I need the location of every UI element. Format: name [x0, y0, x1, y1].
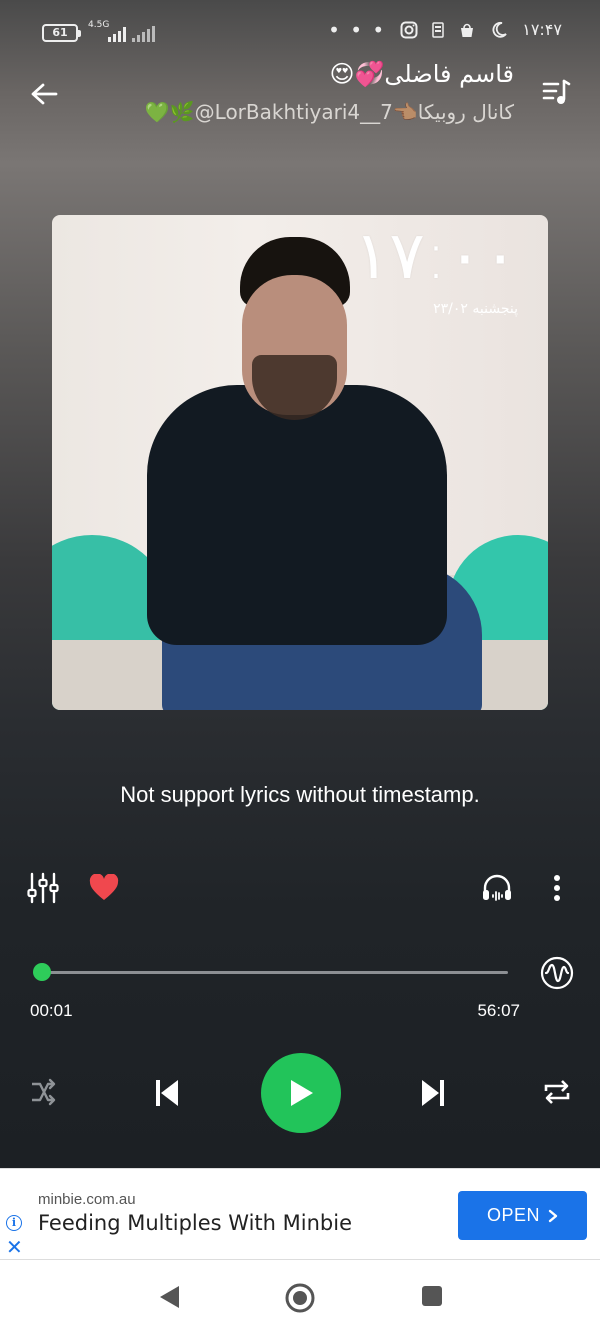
shuffle-button[interactable]	[28, 1077, 58, 1107]
ad-open-label: OPEN	[486, 1205, 540, 1225]
previous-button[interactable]	[152, 1076, 182, 1110]
total-time: 56:07	[477, 1001, 520, 1020]
back-button[interactable]	[28, 78, 60, 110]
shopping-bag-icon	[461, 23, 474, 37]
signal-strength-icon	[108, 26, 126, 42]
playlist-button[interactable]	[540, 76, 572, 108]
seek-bar[interactable]	[33, 963, 508, 981]
more-vertical-icon	[554, 875, 560, 901]
playlist-music-icon	[542, 79, 571, 104]
nav-home-button[interactable]	[284, 1282, 316, 1314]
album-art: ۱۷:۰۰ پنجشنبه ۲۳/۰۲	[52, 215, 548, 710]
status-bar: 61 4.5G • • • ۱۷:۴۷	[0, 14, 600, 50]
play-icon	[291, 1080, 313, 1106]
waveform-button[interactable]	[540, 956, 574, 990]
play-button[interactable]	[261, 1053, 341, 1133]
ad-headline[interactable]: Feeding Multiples With Minbie	[38, 1211, 352, 1235]
chevron-right-icon	[548, 1209, 558, 1222]
circle-home-icon	[285, 1283, 315, 1313]
song-title: قاسم فاضلی💞😍	[329, 60, 514, 88]
nav-recents-button[interactable]	[421, 1285, 443, 1307]
battery-indicator: 61	[42, 24, 81, 42]
skip-next-icon	[422, 1080, 444, 1106]
clock: ۱۷:۴۷	[522, 20, 562, 39]
current-time: 00:01	[30, 1001, 73, 1020]
more-options-button[interactable]	[548, 872, 566, 904]
skip-previous-icon	[156, 1080, 178, 1106]
ad-banner[interactable]: i ✕ minbie.com.au Feeding Multiples With…	[0, 1168, 600, 1260]
album-art-clock: ۱۷:۰۰	[353, 217, 518, 294]
ad-info-icon[interactable]: i	[6, 1215, 22, 1231]
repeat-button[interactable]	[541, 1077, 573, 1107]
instagram-icon	[400, 21, 418, 38]
seek-bar-thumb[interactable]	[33, 963, 51, 981]
nav-back-button[interactable]	[156, 1284, 182, 1310]
square-recents-icon	[422, 1286, 442, 1306]
repeat-icon	[544, 1080, 570, 1104]
headphones-icon	[483, 874, 511, 901]
waveform-icon	[540, 956, 574, 990]
audio-effects-button[interactable]	[480, 872, 514, 904]
app-notification-icon	[432, 21, 444, 38]
heart-icon	[89, 873, 119, 900]
album-art-date: پنجشنبه ۲۳/۰۲	[433, 301, 518, 317]
equalizer-icon	[27, 872, 59, 904]
favorite-button[interactable]	[88, 872, 120, 902]
ad-domain: minbie.com.au	[38, 1191, 136, 1208]
system-nav-bar	[0, 1260, 600, 1333]
ad-close-icon[interactable]: ✕	[6, 1237, 23, 1257]
arrow-left-icon	[31, 83, 58, 105]
next-button[interactable]	[418, 1076, 448, 1110]
triangle-back-icon	[160, 1286, 179, 1308]
more-notifications-icon: • • •	[328, 17, 387, 42]
player-screen: 61 4.5G • • • ۱۷:۴۷ قاسم فاضلی💞😍 کانال ر…	[0, 0, 600, 1168]
signal-strength-2-icon	[132, 26, 155, 42]
ad-open-button[interactable]: OPEN	[458, 1191, 587, 1240]
equalizer-button[interactable]	[26, 870, 60, 906]
network-type: 4.5G	[88, 20, 110, 30]
shuffle-icon	[32, 1078, 56, 1106]
lyrics-message: Not support lyrics without timestamp.	[120, 782, 480, 807]
status-right: • • • ۱۷:۴۷	[328, 17, 562, 42]
song-artist: کانال روبیکا👈🏽7__LorBakhtiyari4@🌿💚	[144, 100, 514, 124]
moon-icon	[492, 21, 507, 38]
